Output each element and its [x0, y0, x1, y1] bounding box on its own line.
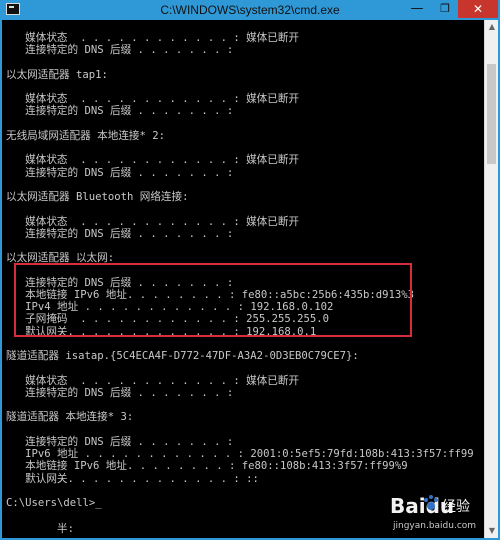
console-line: 子网掩码 . . . . . . . . . . . . : 255.255.2… — [6, 313, 330, 325]
console-line: 连接特定的 DNS 后缀 . . . . . . . : — [6, 105, 234, 117]
maximize-button[interactable]: ❐ — [432, 0, 458, 18]
console-line: 默认网关. . . . . . . . . . . . . : :: — [6, 473, 259, 485]
console-line: 以太网适配器 tap1: — [6, 69, 108, 81]
console-line: 本地链接 IPv6 地址. . . . . . . . : fe80::108b… — [6, 460, 408, 472]
minimize-button[interactable]: — — [404, 0, 430, 18]
close-button[interactable]: ✕ — [458, 0, 498, 18]
console-line: 隧道适配器 isatap.{5C4ECA4F-D772-47DF-A3A2-0D… — [6, 350, 359, 362]
console-line: 连接特定的 DNS 后缀 . . . . . . . : — [6, 44, 234, 56]
console-line: 连接特定的 DNS 后缀 . . . . . . . : — [6, 228, 234, 240]
console-line: 默认网关. . . . . . . . . . . . . : 192.168.… — [6, 326, 317, 338]
console-prompt[interactable]: C:\Users\dell>_ — [6, 497, 102, 510]
scroll-up-arrow-icon[interactable]: ▲ — [485, 20, 499, 34]
console-line: 无线局域网适配器 本地连接* 2: — [6, 130, 166, 142]
console-line: 媒体状态 . . . . . . . . . . . . : 媒体已断开 — [6, 154, 300, 166]
baidu-watermark: Baidu 经验 jingyan.baidu.com — [384, 494, 496, 540]
console-line: 隧道适配器 本地连接* 3: — [6, 411, 134, 423]
window-titlebar[interactable]: C:\WINDOWS\system32\cmd.exe — ❐ ✕ — [0, 0, 500, 20]
baidu-paw-icon — [423, 495, 439, 513]
console-output[interactable]: 媒体状态 . . . . . . . . . . . . : 媒体已断开 连接特… — [2, 20, 484, 538]
console-scrollbar[interactable]: ▲ ▼ — [484, 20, 498, 538]
console-line: 以太网适配器 Bluetooth 网络连接: — [6, 191, 189, 203]
ime-status-text: 半: — [6, 523, 74, 535]
console-line: 以太网适配器 以太网: — [6, 252, 115, 264]
baidu-brand-text: 经验 — [442, 499, 470, 515]
watermark-url: jingyan.baidu.com — [393, 521, 477, 531]
console-line: 连接特定的 DNS 后缀 . . . . . . . : — [6, 387, 234, 399]
console-line: 连接特定的 DNS 后缀 . . . . . . . : — [6, 167, 234, 179]
scrollbar-thumb[interactable] — [487, 64, 496, 164]
